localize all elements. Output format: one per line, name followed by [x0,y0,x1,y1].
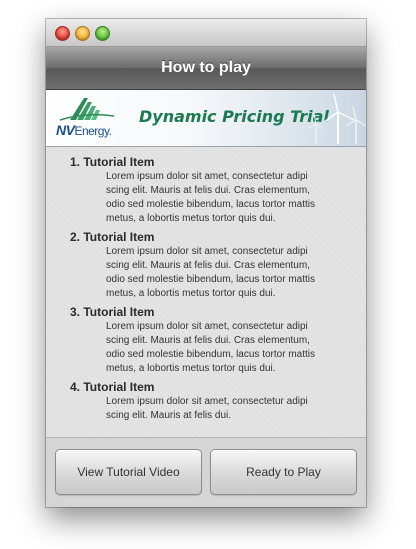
tutorial-item-3: 3. Tutorial Item Lorem ipsum dolor sit a… [70,305,355,376]
wind-turbines-icon [307,93,366,144]
logo-energy-text: Energy [74,124,109,138]
page-title: How to play [46,47,366,90]
tutorial-item-body: Lorem ipsum dolor sit amet, consectetur … [106,246,315,299]
window-titlebar[interactable] [46,19,366,47]
tutorial-item-body: Lorem ipsum dolor sit amet, consectetur … [106,171,315,224]
logo-swoosh-icon [59,98,115,121]
brand-banner: NVEnergy. Dynamic Pricing Trial [46,90,366,147]
tutorial-item-title: 3. Tutorial Item [70,305,155,319]
tutorial-item-title: 4. Tutorial Item [70,380,155,394]
logo-wordmark: NVEnergy. [56,122,112,138]
tutorial-item-title: 1. Tutorial Item [70,155,155,169]
tutorial-item-title: 2. Tutorial Item [70,230,155,244]
close-window-button[interactable] [55,26,70,41]
minimize-window-button[interactable] [75,26,90,41]
ready-to-play-button[interactable]: Ready to Play [210,449,357,495]
view-tutorial-video-button[interactable]: View Tutorial Video [55,449,202,495]
footer-bar: View Tutorial Video Ready to Play [46,438,366,507]
tutorial-item-body: Lorem ipsum dolor sit amet, consectetur … [106,396,308,421]
logo-dot-text: . [108,124,112,138]
app-window: How to play NVEnergy. Dynamic Pricing Tr… [46,19,366,507]
nvenergy-logo: NVEnergy. [56,96,136,140]
tutorial-item-1: 1. Tutorial Item Lorem ipsum dolor sit a… [70,155,355,226]
tutorial-item-body: Lorem ipsum dolor sit amet, consectetur … [106,321,315,374]
zoom-window-button[interactable] [95,26,110,41]
logo-nv-text: NV [56,122,75,138]
tutorial-list: 1. Tutorial Item Lorem ipsum dolor sit a… [46,147,366,438]
tutorial-item-2: 2. Tutorial Item Lorem ipsum dolor sit a… [70,230,355,301]
tutorial-item-4: 4. Tutorial Item Lorem ipsum dolor sit a… [70,380,355,423]
